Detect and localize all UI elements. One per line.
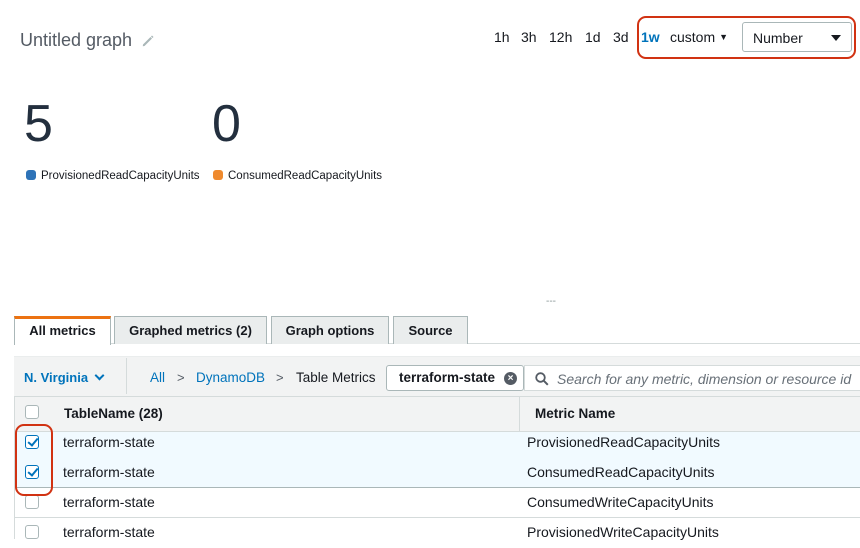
row-checkbox[interactable] [25,525,39,539]
time-range-12h[interactable]: 12h [549,29,572,45]
tab-source[interactable]: Source [393,316,468,344]
cell-tablename: terraform-state [63,434,155,450]
cell-tablename: terraform-state [63,524,155,540]
filter-token[interactable]: terraform-state × [386,365,525,391]
breadcrumb-dynamodb[interactable]: DynamoDB [196,370,265,385]
highlight-annotation-checkboxes [15,424,53,496]
legend-swatch-blue [26,170,36,180]
cell-metric-name: ProvisionedReadCapacityUnits [527,434,720,450]
legend-item-consumed-read[interactable]: ConsumedReadCapacityUnits [213,170,382,182]
region-label: N. Virginia [24,370,89,385]
pencil-icon[interactable] [141,34,155,48]
column-header-label: TableName [64,406,136,421]
breadcrumb-all[interactable]: All [150,370,165,385]
metric-value-provisioned-read: 5 [24,95,53,153]
remove-filter-icon[interactable]: × [504,372,518,385]
search-icon [535,372,549,386]
time-range-1h[interactable]: 1h [494,29,510,45]
column-divider[interactable] [519,397,520,431]
search-input[interactable] [555,368,859,390]
cell-tablename: terraform-state [63,494,155,510]
graph-title[interactable]: Untitled graph [20,30,132,51]
cell-metric-name: ConsumedWriteCapacityUnits [527,494,714,510]
legend-item-provisioned-read[interactable]: ProvisionedReadCapacityUnits [26,170,200,182]
metric-value-consumed-read: 0 [212,95,241,153]
tab-all-metrics[interactable]: All metrics [14,316,111,345]
time-range-3h[interactable]: 3h [521,29,537,45]
highlight-annotation-timerange [637,16,856,59]
resize-divider[interactable]: --- [546,296,556,307]
select-all-checkbox[interactable] [25,405,39,419]
toolbar-divider [126,358,127,394]
time-range-1d[interactable]: 1d [585,29,601,45]
row-count: (28) [138,406,163,421]
breadcrumb-table-metrics: Table Metrics [296,370,376,385]
legend-label: ConsumedReadCapacityUnits [228,170,383,182]
column-header-tablename[interactable]: TableName (28) [64,406,163,421]
breadcrumb-separator: > [177,370,185,385]
tab-graphed-metrics[interactable]: Graphed metrics (2) [114,316,267,344]
region-selector[interactable]: N. Virginia [24,370,105,385]
time-range-3d[interactable]: 3d [613,29,629,45]
chevron-down-icon [94,370,105,381]
cell-metric-name: ConsumedReadCapacityUnits [527,464,715,480]
breadcrumb-separator: > [276,370,284,385]
legend-swatch-orange [213,170,223,180]
filter-token-label: terraform-state [399,370,496,385]
row-checkbox[interactable] [25,495,39,509]
legend-label: ProvisionedReadCapacityUnits [41,170,200,182]
cell-metric-name: ProvisionedWriteCapacityUnits [527,524,719,540]
column-header-metric-name[interactable]: Metric Name [535,406,615,421]
cell-tablename: terraform-state [63,464,155,480]
tab-graph-options[interactable]: Graph options [271,316,389,344]
metric-search[interactable] [524,365,860,391]
